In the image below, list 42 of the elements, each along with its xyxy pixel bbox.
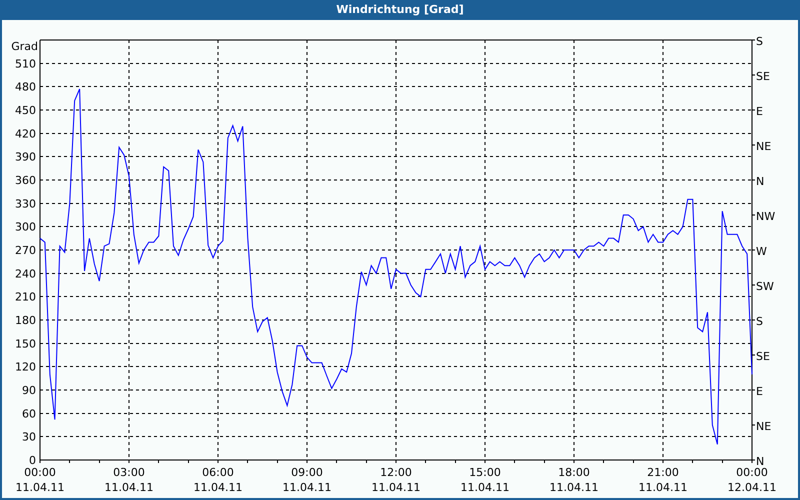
y-tick-label: 420 [15,127,36,140]
y-tick-label: 360 [15,174,36,187]
y-tick-label: 150 [15,337,36,350]
y-tick-label: 0 [29,454,36,467]
direction-label: E [756,385,763,398]
x-tick-label: 06:00 11.04.11 [194,466,242,494]
window-title: Windrichtung [Grad] [335,2,465,18]
direction-label: N [756,175,764,188]
direction-label: NW [756,210,776,223]
y-tick-label: 120 [15,360,36,374]
direction-label: E [756,105,763,118]
direction-label: NE [756,140,772,153]
y-tick-label: 450 [15,104,36,117]
direction-label: N [756,455,764,468]
direction-label: SW [756,280,774,293]
x-tick-label: 00:00 11.04.11 [16,466,64,494]
y-tick-label: 330 [15,197,36,210]
x-tick-label: 00:00 12.04.11 [728,466,776,494]
x-tick-label: 18:00 11.04.11 [550,466,598,494]
y-tick-label: 480 [15,80,36,94]
y-tick-label: 300 [15,220,36,234]
y-tick-label: 180 [15,314,36,327]
direction-label: NE [756,420,772,433]
y-tick-label: 270 [15,244,36,257]
y-tick-label: 90 [22,384,36,397]
direction-label: S [756,35,763,48]
y-tick-label: 60 [22,407,36,420]
direction-label: W [756,245,767,258]
direction-label: S [756,315,763,328]
x-tick-label: 09:00 11.04.11 [282,466,332,494]
y-tick-label: 390 [15,150,36,164]
x-tick-label: 03:00 11.04.11 [104,466,154,494]
x-tick-label: 21:00 11.04.11 [638,466,688,494]
y-tick-label: 240 [15,267,36,280]
direction-label: SE [756,70,770,83]
y-tick-label: 210 [15,290,36,304]
y-tick-label: 510 [15,57,36,70]
x-tick-label: 12:00 11.04.11 [372,466,420,494]
y-tick-label: 30 [22,430,36,444]
direction-label: SE [756,350,770,363]
x-tick-label: 15:00 11.04.11 [460,466,510,494]
y-axis-title: Grad [11,40,38,53]
